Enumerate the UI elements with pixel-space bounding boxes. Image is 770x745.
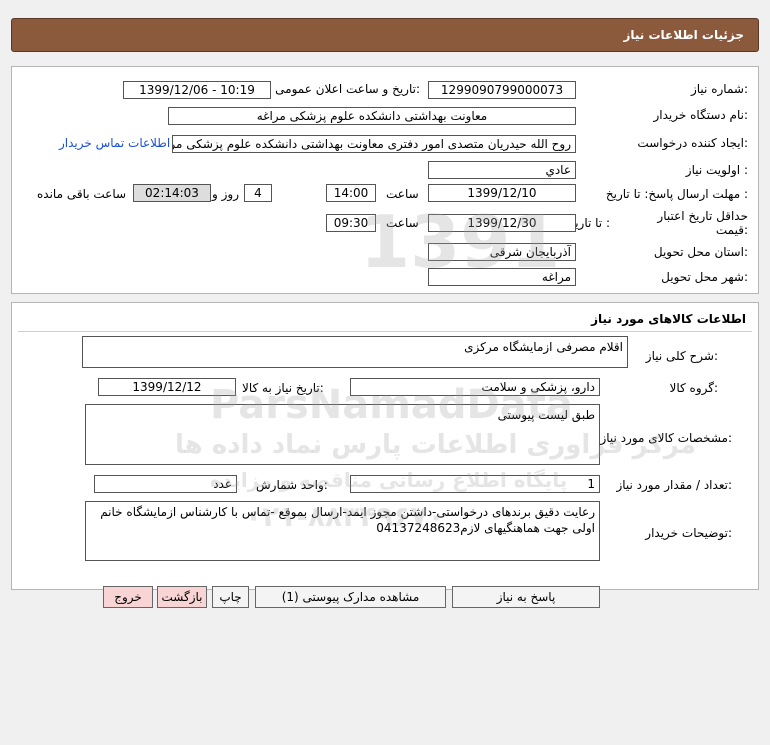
deadline-date-field: 1399/12/10 (428, 184, 576, 202)
validity-time-field: 09:30 (326, 214, 376, 232)
province-field: آذربایجان شرقی (428, 243, 576, 261)
buyer-contact-link[interactable]: اطلاعات تماس خریدار (59, 136, 170, 150)
specs-field: طبق لیست پیوستی (85, 404, 600, 465)
city-label: شهر محل تحویل: (661, 270, 748, 284)
specs-label: مشخصات کالای مورد نیاز: (600, 431, 732, 445)
announce-field: 1399/12/06 - 10:19 (123, 81, 271, 99)
notes-field: رعایت دقیق برندهای درخواستی-داشتن مجوز ا… (85, 501, 600, 561)
validity-label: حداقل تاریخ اعتبار قیمت: (656, 209, 748, 237)
days-field: 4 (244, 184, 272, 202)
attachments-button[interactable]: مشاهده مدارک پیوستی (1) (255, 586, 446, 608)
reply-button[interactable]: پاسخ به نیاز (452, 586, 600, 608)
deadline-label: مهلت ارسال پاسخ: تا تاریخ : (605, 187, 748, 201)
buyer-field: معاونت بهداشتی دانشکده علوم پزشکی مراغه (168, 107, 576, 125)
days-label: روز و (212, 187, 239, 201)
unit-field: عدد (94, 475, 237, 493)
group-label: گروه کالا: (669, 381, 719, 395)
remaining-time-field: 02:14:03 (133, 184, 211, 202)
unit-label: واحد شمارش: (256, 478, 328, 492)
need-date-field: 1399/12/12 (98, 378, 236, 396)
goods-section-title: اطلاعات کالاهای مورد نیاز (591, 312, 746, 326)
validity-label-text: حداقل تاریخ اعتبار قیمت: (657, 209, 748, 237)
buyer-label: نام دستگاه خریدار: (653, 108, 749, 122)
page-header: جزئیات اطلاعات نیاز (11, 18, 759, 52)
deadline-time-label: ساعت (386, 187, 419, 201)
priority-label: اولویت نیاز : (685, 163, 748, 177)
priority-field: عادي (428, 161, 576, 179)
section-divider (18, 331, 752, 332)
summary-label: شرح کلی نیاز: (645, 349, 718, 363)
city-field: مراغه (428, 268, 576, 286)
validity-time-label: ساعت (386, 216, 419, 230)
notes-label: توضیحات خریدار: (645, 526, 732, 540)
back-button[interactable]: بازگشت (157, 586, 207, 608)
page-title: جزئیات اطلاعات نیاز (623, 28, 744, 42)
print-button[interactable]: چاپ (212, 586, 249, 608)
province-label: استان محل تحویل: (653, 245, 748, 259)
need-date-label: تاریخ نیاز به کالا: (242, 381, 324, 395)
deadline-time-field: 14:00 (326, 184, 376, 202)
need-number-label: شماره نیاز: (690, 82, 748, 96)
validity-date-field: 1399/12/30 (428, 214, 576, 232)
exit-button[interactable]: خروج (103, 586, 153, 608)
summary-field: اقلام مصرفی ازمایشگاه مرکزی (82, 336, 628, 368)
qty-field: 1 (350, 475, 600, 493)
need-info-panel: شماره نیاز: 1299090799000073 تاریخ و ساع… (11, 66, 759, 294)
group-field: دارو، پزشکی و سلامت (350, 378, 600, 396)
creator-field: روح الله حیدریان متصدی امور دفتری معاونت… (172, 135, 576, 153)
announce-label: تاریخ و ساعت اعلان عمومی: (275, 82, 420, 96)
need-number-field: 1299090799000073 (428, 81, 576, 99)
qty-label: تعداد / مقدار مورد نیاز: (616, 478, 732, 492)
remaining-label: ساعت باقی مانده (37, 187, 127, 201)
creator-label: ایجاد کننده درخواست: (637, 136, 748, 150)
goods-info-panel: اطلاعات کالاهای مورد نیاز شرح کلی نیاز: … (11, 302, 759, 590)
